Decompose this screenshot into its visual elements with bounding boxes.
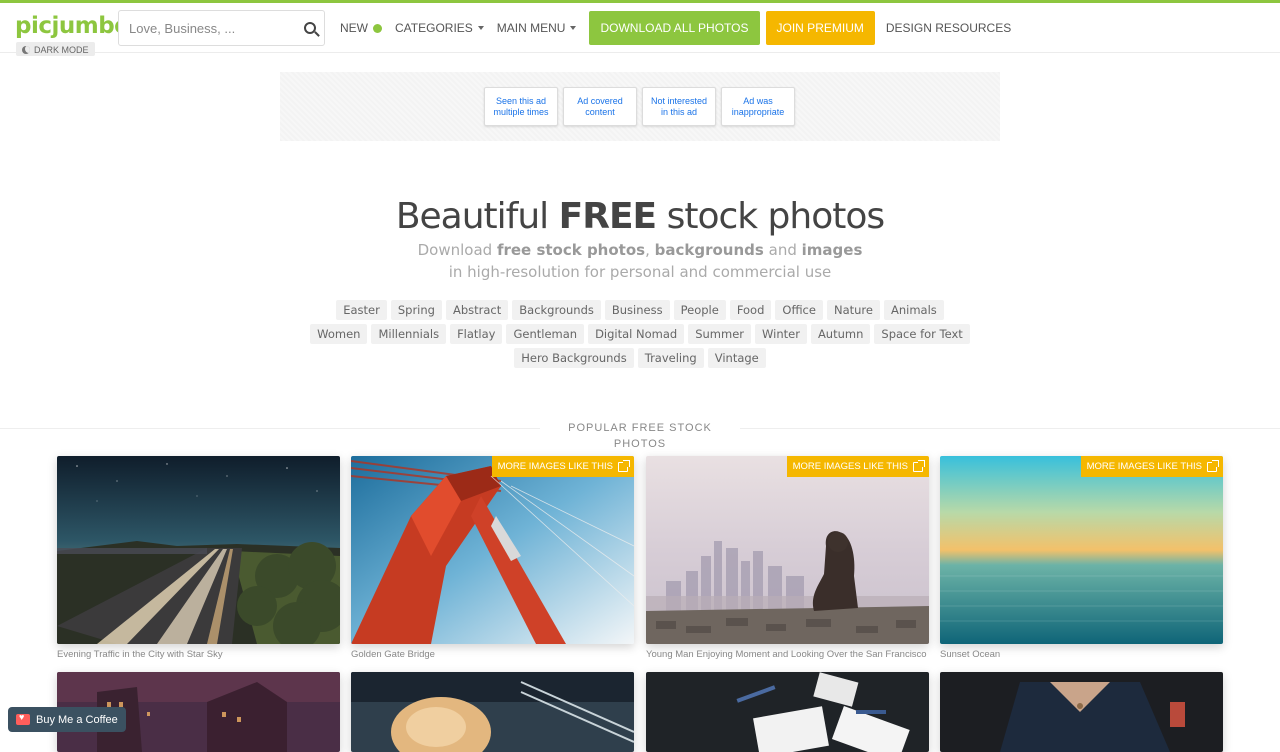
ad-feedback-seen-multiple[interactable]: Seen this ad multiple times <box>484 87 558 126</box>
photo-caption[interactable]: Golden Gate Bridge <box>351 649 435 661</box>
search-icon[interactable] <box>304 22 316 34</box>
tag-abstract[interactable]: Abstract <box>445 300 509 320</box>
photo-young-man-san-francisco <box>646 456 929 644</box>
ad-feedback-inappropriate[interactable]: Ad was inappropriate <box>721 87 795 126</box>
moon-icon <box>22 45 30 54</box>
more-images-button[interactable]: MORE IMAGES LIKE THIS <box>786 456 929 477</box>
nav-main-menu[interactable]: MAIN MENU <box>497 21 577 35</box>
more-images-button[interactable]: MORE IMAGES LIKE THIS <box>1080 456 1223 477</box>
caret-down-icon <box>570 26 577 30</box>
photo-card-man-laptop[interactable] <box>940 672 1223 752</box>
hero-title: Beautiful FREE stock photos <box>395 196 885 237</box>
tag-digital-nomad[interactable]: Digital Nomad <box>588 324 685 344</box>
photo-evening-traffic <box>57 456 340 644</box>
caret-down-icon <box>477 26 484 30</box>
ad-feedback-not-interested[interactable]: Not interested in this ad <box>642 87 716 126</box>
coffee-cup-icon <box>16 712 30 725</box>
dark-mode-toggle[interactable]: DARK MODE <box>16 42 95 56</box>
coffee-label: Buy Me a Coffee <box>36 713 118 726</box>
photo-caption[interactable]: Sunset Ocean <box>940 649 1000 661</box>
search-input[interactable] <box>119 11 299 45</box>
main-nav: NEW CATEGORIES MAIN MENU DOWNLOAD ALL PH… <box>340 10 1024 46</box>
tag-row: Hero Backgrounds Traveling Vintage <box>514 348 766 368</box>
tag-backgrounds[interactable]: Backgrounds <box>512 300 601 320</box>
nav-new[interactable]: NEW <box>340 21 382 35</box>
nav-design-resources[interactable]: DESIGN RESOURCES <box>886 21 1011 35</box>
tag-autumn[interactable]: Autumn <box>810 324 871 344</box>
tag-gentleman[interactable]: Gentleman <box>506 324 585 344</box>
photo-card-food-closeup[interactable] <box>351 672 634 752</box>
tag-office[interactable]: Office <box>775 300 823 320</box>
tag-business[interactable]: Business <box>604 300 670 320</box>
download-all-button[interactable]: DOWNLOAD ALL PHOTOS <box>589 11 760 45</box>
photo-food-closeup <box>351 672 634 752</box>
photo-sunset-ocean <box>940 456 1223 644</box>
nav-categories[interactable]: CATEGORIES <box>395 21 484 35</box>
dark-mode-label: DARK MODE <box>34 44 89 55</box>
tag-people[interactable]: People <box>673 300 726 320</box>
photo-desk-flatlay <box>646 672 929 752</box>
external-link-icon <box>1207 459 1219 472</box>
photo-card-desk-flatlay[interactable] <box>646 672 929 752</box>
photo-man-laptop <box>940 672 1223 752</box>
more-images-button[interactable]: MORE IMAGES LIKE THIS <box>491 456 634 477</box>
photo-card-sunset-ocean[interactable]: MORE IMAGES LIKE THIS <box>940 456 1223 644</box>
hero-section: Beautiful FREE stock photos Download fre… <box>0 196 1280 282</box>
tag-women[interactable]: Women <box>310 324 368 344</box>
join-premium-button[interactable]: JOIN PREMIUM <box>765 11 875 45</box>
photo-card-golden-gate[interactable]: MORE IMAGES LIKE THIS <box>351 456 634 644</box>
site-header: picjumbo NEW CATEGORIES MAIN MENU DOWNLO… <box>0 3 1280 53</box>
hero-subtitle: Download free stock photos, backgrounds … <box>417 241 863 259</box>
photo-caption[interactable]: Evening Traffic in the City with Star Sk… <box>57 649 223 661</box>
tag-nature[interactable]: Nature <box>826 300 880 320</box>
tag-summer[interactable]: Summer <box>688 324 752 344</box>
tag-flatlay[interactable]: Flatlay <box>450 324 503 344</box>
photo-card-young-man-sf[interactable]: MORE IMAGES LIKE THIS <box>646 456 929 644</box>
buy-me-a-coffee-button[interactable]: Buy Me a Coffee <box>8 707 126 732</box>
tag-space-for-text[interactable]: Space for Text <box>874 324 970 344</box>
photo-golden-gate <box>351 456 634 644</box>
tag-winter[interactable]: Winter <box>755 324 807 344</box>
photo-grid: Evening Traffic in the City with Star Sk… <box>57 456 1223 752</box>
tag-row: Easter Spring Abstract Backgrounds Busin… <box>336 300 944 320</box>
ad-feedback-covered-content[interactable]: Ad covered content <box>563 87 637 126</box>
ad-placeholder: Seen this ad multiple times Ad covered c… <box>280 72 1000 141</box>
tag-spring[interactable]: Spring <box>390 300 442 320</box>
popular-heading: POPULAR FREE STOCK PHOTOS <box>540 420 740 452</box>
nav-new-label: NEW <box>340 21 368 35</box>
tag-cloud: Easter Spring Abstract Backgrounds Busin… <box>0 300 1280 368</box>
external-link-icon <box>913 459 925 472</box>
tag-easter[interactable]: Easter <box>336 300 387 320</box>
hero-subtitle-line2: in high-resolution for personal and comm… <box>448 263 832 281</box>
photo-caption[interactable]: Young Man Enjoying Moment and Looking Ov… <box>646 649 927 661</box>
tag-millennials[interactable]: Millennials <box>371 324 447 344</box>
photo-card-evening-traffic[interactable] <box>57 456 340 644</box>
tag-vintage[interactable]: Vintage <box>707 348 766 368</box>
nav-main-menu-label: MAIN MENU <box>496 21 566 35</box>
site-logo[interactable]: picjumbo <box>15 13 130 39</box>
tag-animals[interactable]: Animals <box>883 300 944 320</box>
external-link-icon <box>618 459 630 472</box>
tag-food[interactable]: Food <box>729 300 772 320</box>
search-box[interactable] <box>118 10 325 46</box>
nav-categories-label: CATEGORIES <box>395 21 473 35</box>
tag-hero-backgrounds[interactable]: Hero Backgrounds <box>514 348 634 368</box>
tag-traveling[interactable]: Traveling <box>637 348 704 368</box>
tag-row: Women Millennials Flatlay Gentleman Digi… <box>310 324 970 344</box>
new-indicator-dot <box>373 23 382 33</box>
